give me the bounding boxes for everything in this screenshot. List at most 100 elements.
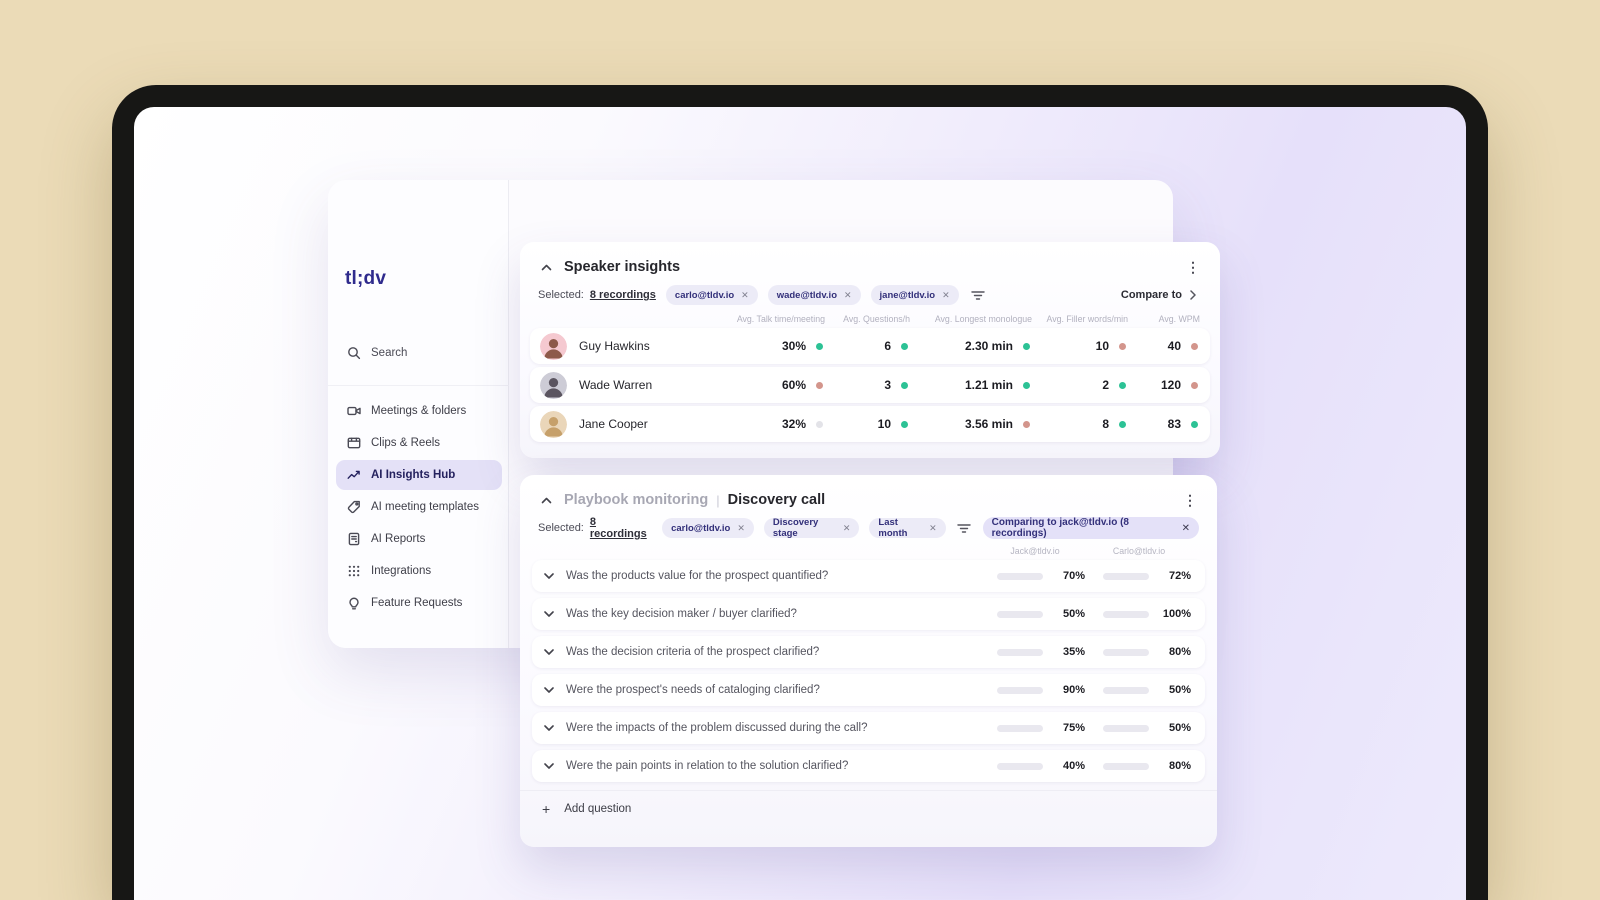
chevron-up-icon[interactable] bbox=[538, 492, 554, 508]
sidebar-item-meetings-folders[interactable]: Meetings & folders bbox=[336, 396, 502, 426]
close-icon[interactable]: ✕ bbox=[1182, 523, 1190, 534]
status-dot-bad bbox=[1023, 420, 1030, 428]
add-question-button[interactable]: + Add question bbox=[520, 790, 1217, 826]
chevron-down-icon[interactable] bbox=[542, 645, 556, 659]
question-text: Was the key decision maker / buyer clari… bbox=[566, 608, 797, 620]
sidebar-item-ai-meeting-templates[interactable]: AI meeting templates bbox=[336, 492, 502, 522]
avatar bbox=[540, 332, 567, 360]
filter-chip-carlo-tldv-io[interactable]: carlo@tldv.io ✕ bbox=[665, 285, 758, 305]
chevron-down-icon[interactable] bbox=[542, 569, 556, 583]
close-icon[interactable]: ✕ bbox=[843, 523, 851, 534]
plus-icon: + bbox=[542, 800, 551, 817]
dots-grid-icon bbox=[346, 564, 361, 579]
kebab-menu-icon[interactable]: ⋮ bbox=[1184, 260, 1202, 274]
comparison-column-carlo-tldv-io: Carlo@tldv.io bbox=[1112, 546, 1166, 556]
sidebar-item-feature-requests[interactable]: Feature Requests bbox=[336, 588, 502, 618]
metric-value: 30% bbox=[781, 339, 806, 353]
playbook-filters-row: Selected: 8 recordings carlo@tldv.io ✕ Dis… bbox=[520, 512, 1217, 540]
tag-icon bbox=[346, 500, 361, 515]
speaker-row-wade-warren[interactable]: Wade Warren 60% 3 1.21 min 2 120 bbox=[530, 367, 1210, 403]
sidebar-item-integrations[interactable]: Integrations bbox=[336, 556, 502, 586]
status-dot-bad bbox=[816, 381, 823, 389]
speaker-row-guy-hawkins[interactable]: Guy Hawkins 30% 6 2.30 min 10 40 bbox=[530, 328, 1210, 364]
progress-bar bbox=[1103, 648, 1149, 656]
laptop-frame: tl;dv Search Meetings & folders Clips & R… bbox=[112, 85, 1488, 900]
close-icon[interactable]: ✕ bbox=[844, 290, 852, 301]
progress-bar bbox=[1103, 724, 1149, 732]
filter-chip-last-month[interactable]: Last month ✕ bbox=[869, 517, 946, 539]
question-row[interactable]: Was the products value for the prospect … bbox=[532, 560, 1205, 592]
score-percent: 50% bbox=[1062, 608, 1085, 620]
comparing-chip[interactable]: Comparing to jack@tldv.io (8 recordings)… bbox=[982, 517, 1199, 539]
progress-bar bbox=[997, 572, 1043, 580]
filter-chip-carlo-tldv-io[interactable]: carlo@tldv.io ✕ bbox=[662, 518, 754, 538]
filter-icon[interactable] bbox=[956, 519, 973, 537]
metric-avg-wpm: 40 bbox=[1136, 339, 1208, 353]
score-carlo-tldv-io: 72% bbox=[1103, 570, 1191, 582]
filter-icon[interactable] bbox=[969, 286, 987, 304]
selected-count[interactable]: 8 recordings bbox=[590, 289, 656, 301]
score-percent: 50% bbox=[1168, 722, 1191, 734]
lightbulb-icon bbox=[346, 596, 361, 611]
status-dot-good bbox=[1119, 381, 1126, 389]
metric-value: 10 bbox=[1095, 339, 1109, 353]
chevron-down-icon[interactable] bbox=[542, 683, 556, 697]
score-carlo-tldv-io: 50% bbox=[1103, 722, 1191, 734]
score-percent: 35% bbox=[1062, 646, 1085, 658]
filter-chip-discovery-stage[interactable]: Discovery stage ✕ bbox=[763, 517, 860, 539]
metric-avg-wpm: 83 bbox=[1136, 417, 1208, 431]
chip-label: carlo@tldv.io bbox=[674, 289, 735, 301]
chevron-down-icon[interactable] bbox=[542, 759, 556, 773]
question-row[interactable]: Were the prospect's needs of cataloging … bbox=[532, 674, 1205, 706]
sidebar-divider bbox=[328, 385, 509, 386]
chevron-down-icon[interactable] bbox=[542, 721, 556, 735]
status-dot-good bbox=[1191, 420, 1198, 428]
filter-chip-wade-tldv-io[interactable]: wade@tldv.io ✕ bbox=[767, 285, 861, 305]
score-percent: 75% bbox=[1062, 722, 1085, 734]
kebab-menu-icon[interactable]: ⋮ bbox=[1181, 493, 1199, 507]
sidebar-item-label: AI Reports bbox=[371, 533, 426, 545]
speaker-name: Guy Hawkins bbox=[579, 339, 650, 353]
selected-label: Selected: bbox=[538, 289, 584, 301]
score-jack-tldv-io: 90% bbox=[997, 684, 1085, 696]
selected-label: Selected: bbox=[538, 522, 584, 534]
question-row[interactable]: Were the pain points in relation to the … bbox=[532, 750, 1205, 782]
score-carlo-tldv-io: 80% bbox=[1103, 646, 1191, 658]
question-row[interactable]: Was the key decision maker / buyer clari… bbox=[532, 598, 1205, 630]
score-percent: 40% bbox=[1062, 760, 1085, 772]
question-row[interactable]: Was the decision criteria of the prospec… bbox=[532, 636, 1205, 668]
speaker-panel-header: Speaker insights ⋮ bbox=[520, 242, 1220, 279]
score-jack-tldv-io: 40% bbox=[997, 760, 1085, 772]
question-row[interactable]: Were the impacts of the problem discusse… bbox=[532, 712, 1205, 744]
compare-to-button[interactable]: Compare to bbox=[1115, 285, 1202, 305]
status-dot-good bbox=[1023, 342, 1030, 350]
metric-value: 3 bbox=[884, 378, 891, 392]
sidebar-item-ai-reports[interactable]: AI Reports bbox=[336, 524, 502, 554]
chevron-up-icon[interactable] bbox=[538, 259, 554, 275]
close-icon[interactable]: ✕ bbox=[929, 523, 937, 534]
score-carlo-tldv-io: 50% bbox=[1103, 684, 1191, 696]
progress-bar bbox=[997, 724, 1043, 732]
chevron-down-icon[interactable] bbox=[542, 607, 556, 621]
search-button[interactable]: Search bbox=[336, 338, 496, 368]
progress-bar bbox=[997, 686, 1043, 694]
metric-value: 10 bbox=[877, 417, 891, 431]
metric-value: 6 bbox=[884, 339, 891, 353]
filter-chip-jane-tldv-io[interactable]: jane@tldv.io ✕ bbox=[870, 285, 959, 305]
metric-avg-questions-h: 3 bbox=[833, 378, 918, 392]
film-icon bbox=[346, 436, 361, 451]
close-icon[interactable]: ✕ bbox=[942, 290, 950, 301]
close-icon[interactable]: ✕ bbox=[737, 523, 745, 534]
metric-avg-questions-h: 10 bbox=[833, 417, 918, 431]
close-icon[interactable]: ✕ bbox=[741, 290, 749, 301]
sidebar-item-clips-reels[interactable]: Clips & Reels bbox=[336, 428, 502, 458]
comparing-chip-label: Comparing to jack@tldv.io (8 recordings) bbox=[991, 517, 1129, 539]
chip-label: jane@tldv.io bbox=[879, 289, 936, 301]
laptop-screen: tl;dv Search Meetings & folders Clips & R… bbox=[134, 107, 1466, 900]
status-dot-good bbox=[1023, 381, 1030, 389]
speaker-row-jane-cooper[interactable]: Jane Cooper 32% 10 3.56 min 8 83 bbox=[530, 406, 1210, 442]
metric-avg-filler-words-min: 8 bbox=[1040, 417, 1136, 431]
sidebar-item-ai-insights-hub[interactable]: AI Insights Hub bbox=[336, 460, 502, 490]
selected-count[interactable]: 8 recordings bbox=[590, 516, 652, 540]
playbook-title: Discovery call bbox=[727, 492, 826, 508]
